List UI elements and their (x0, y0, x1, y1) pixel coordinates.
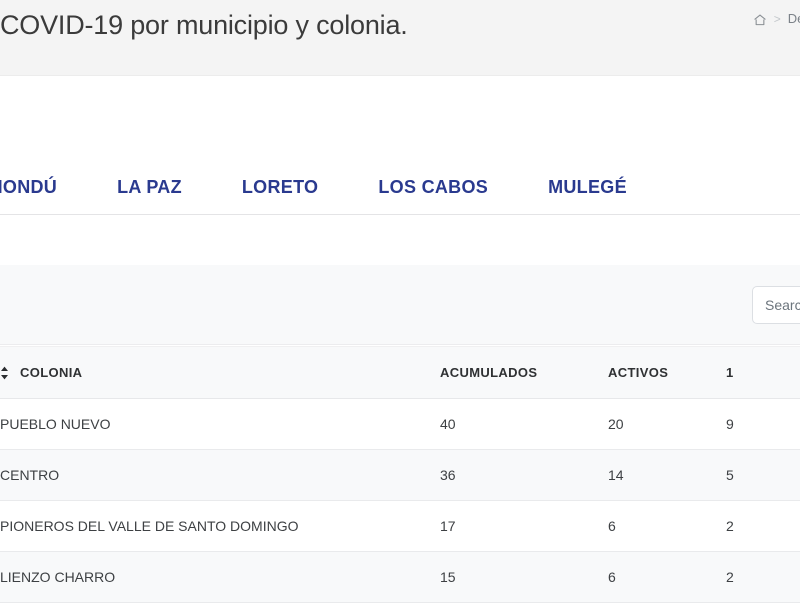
table-body: PUEBLO NUEVO 40 20 9 CENTRO 36 14 5 PION… (0, 398, 800, 603)
colonia-table-container: COLONIA ACUMULADOS ACTIVOS 1 PUEBLO NUEV… (0, 346, 800, 603)
column-header-acumulados[interactable]: ACUMULADOS (440, 346, 608, 399)
cell-colonia: LIENZO CHARRO (0, 551, 440, 603)
table-row[interactable]: PIONEROS DEL VALLE DE SANTO DOMINGO 17 6… (0, 500, 800, 552)
tabs-inner: COMONDÚ LA PAZ LORETO LOS CABOS MULEGÉ (0, 160, 657, 214)
breadcrumb-separator: > (773, 11, 781, 26)
cell-colonia: PIONEROS DEL VALLE DE SANTO DOMINGO (0, 500, 440, 552)
table-header-row: COLONIA ACUMULADOS ACTIVOS 1 (0, 346, 800, 399)
cell-acumulados: 40 (440, 398, 608, 450)
cell-activos: 14 (608, 449, 726, 501)
home-icon[interactable] (753, 13, 767, 27)
table-toolbar (0, 265, 800, 345)
tab-los-cabos[interactable]: LOS CABOS (348, 177, 518, 198)
cell-acumulados: 17 (440, 500, 608, 552)
column-header-activos[interactable]: ACTIVOS (608, 346, 726, 399)
tab-mulege[interactable]: MULEGÉ (518, 177, 657, 198)
breadcrumb: > Desglose (753, 11, 800, 26)
page-header: COVID-19 por municipio y colonia. > Desg… (0, 0, 800, 76)
cell-extra: 2 (726, 551, 800, 603)
cell-acumulados: 36 (440, 449, 608, 501)
cell-extra: 2 (726, 500, 800, 552)
column-header-extra[interactable]: 1 (726, 346, 800, 399)
breadcrumb-current: Desglose (787, 11, 800, 26)
cell-activos: 6 (608, 551, 726, 603)
cell-activos: 20 (608, 398, 726, 450)
cell-colonia: PUEBLO NUEVO (0, 398, 440, 450)
cell-extra: 9 (726, 398, 800, 450)
cell-activos: 6 (608, 500, 726, 552)
table-row[interactable]: CENTRO 36 14 5 (0, 449, 800, 501)
table-row[interactable]: PUEBLO NUEVO 40 20 9 (0, 398, 800, 450)
cell-colonia: CENTRO (0, 449, 440, 501)
table-row[interactable]: LIENZO CHARRO 15 6 2 (0, 551, 800, 603)
cell-extra: 5 (726, 449, 800, 501)
tab-la-paz[interactable]: LA PAZ (87, 177, 212, 198)
column-header-colonia[interactable]: COLONIA (0, 346, 440, 399)
table-head: COLONIA ACUMULADOS ACTIVOS 1 (0, 346, 800, 399)
municipality-tabs: COMONDÚ LA PAZ LORETO LOS CABOS MULEGÉ (0, 160, 800, 215)
search-input[interactable] (752, 286, 800, 324)
sort-icon[interactable] (0, 366, 9, 380)
column-header-colonia-label: COLONIA (20, 364, 83, 380)
page-title: COVID-19 por municipio y colonia. (0, 10, 408, 40)
cell-acumulados: 15 (440, 551, 608, 603)
tab-comondu[interactable]: COMONDÚ (0, 177, 87, 198)
tab-loreto[interactable]: LORETO (212, 177, 348, 198)
colonia-table: COLONIA ACUMULADOS ACTIVOS 1 PUEBLO NUEV… (0, 346, 800, 603)
